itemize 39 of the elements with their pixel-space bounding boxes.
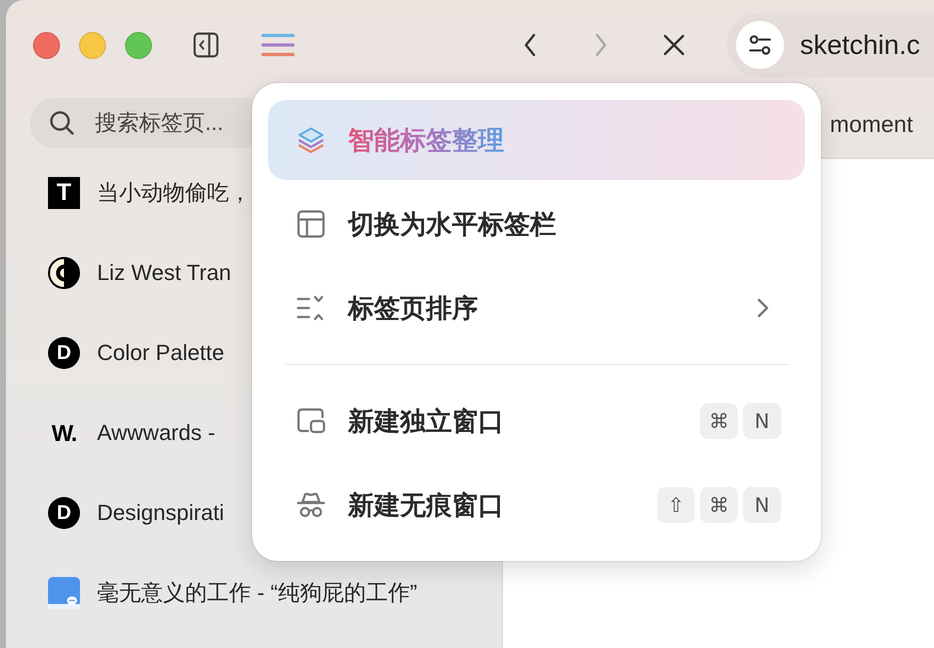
site-logo: D [48,497,80,529]
chevron-right-icon [593,32,609,58]
site-logo: D [48,337,80,369]
sidebar-tab[interactable]: D Color Palette [6,313,224,393]
chat-bubble-icon [48,577,80,609]
page-title: moment [830,110,913,138]
sort-icon [296,293,326,323]
menu-item[interactable]: 切换为水平标签栏 [268,184,805,264]
windows-icon [296,406,326,436]
site-logo: T [48,177,80,209]
shortcut-key: ⌘ [700,403,738,439]
hat-glasses-icon [296,490,326,520]
close-window-button[interactable] [33,32,60,58]
sidebar-tab[interactable]: 毫无意义的工作 - “纯狗屁的工作” [6,553,418,633]
sidebar-tab[interactable]: D Designspirati [6,473,224,553]
menu-item[interactable]: 新建独立窗口 ⌘ N [268,381,805,461]
sidebar-icon [193,32,219,58]
site-logo: W. [50,418,78,448]
chevron-left-icon [522,32,538,58]
shortcut-key: N [743,403,781,439]
sidebar-tab[interactable]: Liz West Tran [6,233,232,313]
site-settings-button[interactable] [736,21,784,69]
menu-item[interactable]: 新建无痕窗口 ⇧ ⌘ N [268,465,805,545]
address-text: sketchin.c [800,30,920,60]
layout-icon [296,209,326,239]
shortcut-key: ⌘ [700,487,738,523]
shortcut-key: ⇧ [657,487,695,523]
menu-item[interactable]: 标签页排序 [268,268,805,348]
sidebar-tab[interactable]: T 当小动物偷吃， [6,153,251,233]
minimize-window-button[interactable] [79,32,106,58]
half-circle-logo-icon [48,257,80,289]
close-icon [663,34,685,56]
zoom-window-button[interactable] [125,32,152,58]
search-icon [49,110,75,136]
address-bar[interactable]: sketchin.c [727,13,934,77]
shortcut-key: N [743,487,781,523]
menu-icon [261,33,295,57]
sidebar-tab[interactable]: W. Awwwards - [6,393,216,473]
layers-icon [296,125,326,155]
